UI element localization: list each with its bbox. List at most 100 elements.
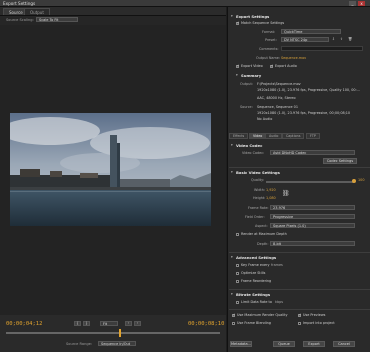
source-scaling-row: Source Scaling: Scale To Fit [0, 16, 226, 25]
source-scaling-label: Source Scaling: [6, 18, 34, 22]
prev-frame-button[interactable]: ‹ [125, 321, 132, 326]
save-preset-icon[interactable]: ⇩ [332, 37, 335, 41]
timeline-scrubber[interactable] [6, 332, 220, 334]
key-frame-checkbox[interactable] [236, 264, 239, 267]
collapse-video-codec-icon[interactable]: ▾ [231, 143, 233, 147]
key-frame-label: Key Frame every [241, 263, 270, 267]
format-dropdown[interactable]: QuickTime [281, 29, 341, 34]
video-frame-image [10, 113, 211, 226]
frame-blending-checkbox[interactable] [232, 322, 235, 325]
import-project-checkbox[interactable] [298, 322, 301, 325]
frame-rate-dropdown[interactable]: 23.976 [270, 205, 355, 210]
metadata-button[interactable]: Metadata... [230, 341, 252, 347]
source-range-dropdown[interactable]: Sequence In/Out [98, 341, 136, 346]
quality-label: Quality: [251, 178, 265, 182]
max-depth-label: Render at Maximum Depth [241, 232, 287, 236]
next-frame-button[interactable]: › [134, 321, 141, 326]
divider [229, 309, 370, 310]
export-audio-label: Export Audio [275, 64, 297, 68]
preset-dropdown[interactable]: DV NTSC 24p [281, 37, 329, 42]
summary-source-line-2: 1920x1080 (1.0), 23.976 fps, Progressive… [257, 111, 351, 115]
video-codec-dropdown[interactable]: Avid DNxHD Codec [270, 150, 355, 155]
title-bar: Export Settings _ x [0, 0, 370, 7]
divider [229, 289, 370, 290]
preset-label: Preset: [265, 38, 277, 42]
import-preset-icon[interactable]: ⇧ [340, 37, 343, 41]
source-output-tabs: Source Output [0, 7, 226, 16]
export-settings-panel: ▾ Export Settings Match Sequence Setting… [227, 7, 370, 352]
source-range-label: Source Range: [66, 342, 93, 346]
height-value[interactable]: 1,080 [266, 196, 276, 200]
summary-output-line-1: F:\Projects\Sequence.mov [257, 82, 301, 86]
tab-output[interactable]: Output [24, 8, 50, 15]
collapse-advanced-icon[interactable]: ▾ [231, 255, 233, 259]
optimize-stills-checkbox[interactable] [236, 272, 239, 275]
use-previews-label: Use Previews [303, 313, 326, 317]
match-sequence-label: Match Sequence Settings [241, 21, 285, 25]
frame-reorder-checkbox[interactable] [236, 280, 239, 283]
field-order-label: Field Order: [245, 215, 265, 219]
depth-dropdown[interactable]: 8-bit [270, 241, 355, 246]
output-name-link[interactable]: Sequence.mov [281, 56, 306, 60]
max-render-quality-label: Use Maximum Render Quality [237, 313, 288, 317]
import-project-label: Import into project [303, 321, 335, 325]
set-out-point-button[interactable]: } [83, 321, 90, 326]
bitrate-header: Bitrate Settings [236, 292, 271, 297]
window-title: Export Settings [3, 1, 36, 6]
quality-slider-knob[interactable] [352, 179, 356, 183]
frame-reorder-label: Frame Reordering [241, 279, 272, 283]
collapse-export-settings-icon[interactable]: ▾ [231, 14, 233, 18]
divider [229, 252, 370, 253]
max-render-quality-checkbox[interactable] [232, 313, 236, 317]
in-timecode[interactable]: 00;00;04;12 [6, 321, 42, 327]
link-aspect-icon[interactable]: ⛓ [282, 190, 290, 197]
limit-data-rate-label: Limit Data Rate to [241, 300, 272, 304]
playhead[interactable] [119, 329, 122, 337]
match-sequence-checkbox[interactable] [236, 21, 240, 25]
basic-video-header: Basic Video Settings [236, 170, 280, 175]
delete-preset-icon[interactable]: 🗑 [348, 37, 352, 41]
collapse-summary-icon[interactable]: ▾ [236, 73, 238, 77]
set-in-point-button[interactable]: { [74, 321, 81, 326]
frame-rate-label: Frame Rate: [248, 206, 269, 210]
comments-input[interactable] [281, 46, 363, 51]
frame-blending-label: Use Frame Blending [237, 321, 271, 325]
max-depth-checkbox[interactable] [236, 233, 239, 236]
width-value[interactable]: 1,920 [266, 188, 276, 192]
tab-captions[interactable]: Captions [282, 133, 305, 139]
tab-ftp[interactable]: FTP [306, 133, 320, 139]
format-label: Format: [262, 30, 276, 34]
tab-audio[interactable]: Audio [265, 133, 283, 139]
codec-settings-button[interactable]: Codec Settings [323, 158, 357, 164]
zoom-dropdown[interactable]: Fit [100, 321, 118, 326]
field-order-dropdown[interactable]: Progressive [270, 214, 355, 219]
limit-data-rate-unit: kbps [275, 300, 284, 304]
limit-data-rate-checkbox[interactable] [236, 301, 239, 304]
export-video-checkbox[interactable] [236, 64, 240, 68]
close-button[interactable]: x [358, 1, 365, 6]
timeline-bar: 00;00;04;12 00;00;08;10 { } Fit ‹ › Sour… [0, 315, 226, 352]
out-timecode[interactable]: 00;00;08;10 [188, 321, 224, 327]
video-preview [10, 113, 211, 226]
height-label: Height: [253, 196, 266, 200]
source-scaling-dropdown[interactable]: Scale To Fit [36, 17, 78, 22]
video-codec-label: Video Codec: [242, 151, 265, 155]
aspect-dropdown[interactable]: Square Pixels (1.0) [270, 223, 355, 228]
export-button[interactable]: Export [303, 341, 325, 347]
width-label: Width: [254, 188, 265, 192]
collapse-basic-video-icon[interactable]: ▾ [231, 170, 233, 174]
tab-video[interactable]: Video [249, 133, 267, 139]
comments-label: Comments: [259, 47, 279, 51]
quality-value[interactable]: 100 [358, 178, 364, 182]
tab-effects[interactable]: Effects [229, 133, 249, 139]
use-previews-checkbox[interactable] [298, 313, 302, 317]
export-settings-header: Export Settings [236, 14, 270, 19]
quality-slider-track[interactable] [266, 181, 354, 183]
aspect-label: Aspect: [255, 224, 268, 228]
queue-button[interactable]: Queue [273, 341, 295, 347]
export-audio-checkbox[interactable] [270, 64, 274, 68]
collapse-bitrate-icon[interactable]: ▾ [231, 292, 233, 296]
summary-header: Summary [241, 73, 262, 78]
minimize-button[interactable]: _ [349, 1, 356, 6]
cancel-button[interactable]: Cancel [333, 341, 355, 347]
